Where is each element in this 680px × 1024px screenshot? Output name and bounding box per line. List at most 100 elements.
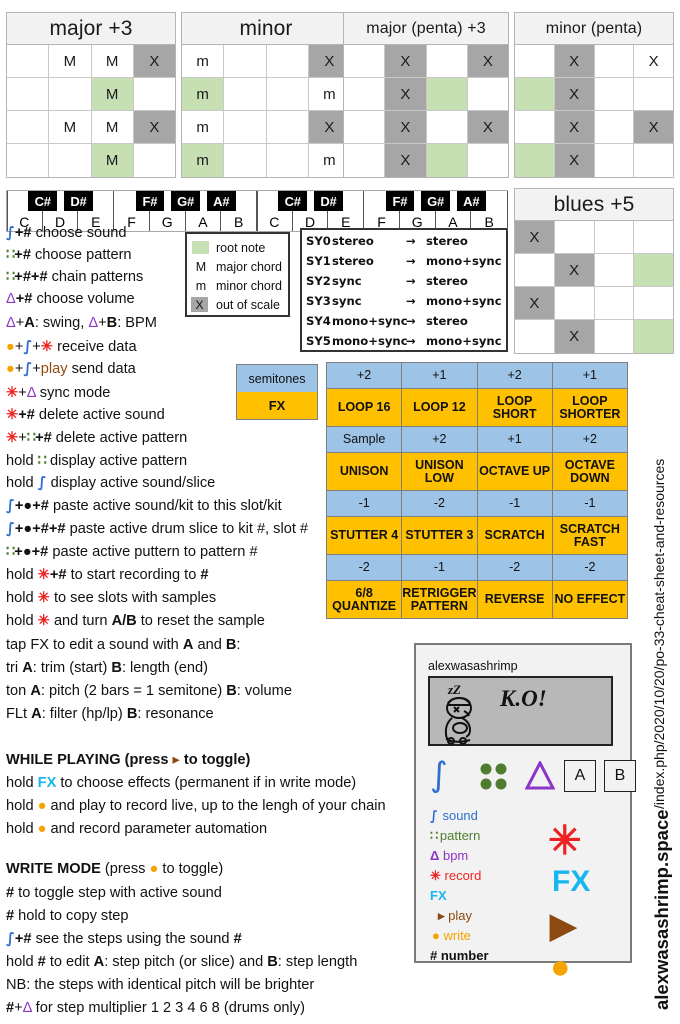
out-of-scale-swatch: X: [191, 297, 208, 312]
sync-output: mono+sync: [426, 294, 502, 308]
scale-cell: M: [49, 45, 92, 78]
fx-name-cell[interactable]: LOOP 16: [326, 388, 403, 427]
scale-grid-row: mX: [182, 111, 350, 144]
scale-cell: X: [554, 45, 595, 78]
shortcut-text: B: [111, 660, 122, 676]
arrow-icon: →: [406, 234, 416, 248]
fx-name-cell[interactable]: SCRATCH: [476, 516, 553, 555]
shortcut-line: Δ+A: swing, Δ+B: BPM: [6, 316, 157, 331]
shortcut-text: ton: [6, 683, 31, 699]
sync-output: mono+sync: [426, 334, 502, 348]
shortcut-text: +: [14, 1000, 23, 1016]
sync-id: SY4: [306, 314, 331, 328]
scale-grid-row: MMX: [7, 111, 175, 144]
shortcut-text: and: [193, 637, 226, 653]
scale-cell: M: [91, 111, 134, 144]
big-fx-label[interactable]: FX: [552, 867, 590, 897]
scale-cell: [133, 78, 175, 111]
legend-row: m minor chord: [191, 276, 284, 295]
shortcut-line: hold ● and record parameter automation: [6, 822, 267, 837]
scale-cell: [634, 254, 673, 287]
scale-cell: X: [515, 287, 555, 320]
symbol-legend-label: record: [444, 868, 482, 883]
shortcut-text: +: [18, 385, 27, 401]
shortcut-text: and play to record live, up to the lengh…: [46, 798, 386, 814]
scale-cell: [467, 78, 508, 111]
shortcut-text: #: [6, 885, 15, 901]
fx-name-cell[interactable]: STUTTER 4: [326, 516, 403, 555]
fx-name-cell[interactable]: UNISON LOW: [401, 452, 478, 491]
fx-name-cell[interactable]: LOOP SHORT: [476, 388, 553, 427]
fx-name-row: UNISON UNISON LOW OCTAVE UP OCTAVE DOWN: [326, 452, 632, 491]
shortcut-text: A: [93, 954, 105, 970]
fx-semitone-row: +2 +1 +2 +1: [326, 362, 632, 389]
scale-cell: [266, 144, 309, 177]
sleeping-figure-icon: [444, 696, 472, 745]
shortcut-line: #+Δ for step multiplier 1 2 3 4 6 8 (dru…: [6, 1001, 305, 1016]
shortcut-line: ∫+# see the steps using the sound #: [6, 931, 242, 947]
scale-grid-title: minor (penta): [515, 13, 673, 45]
fx-name-cell[interactable]: 6/8 QUANTIZE: [326, 580, 403, 619]
shortcut-line: ∷+#+# chain patterns: [6, 270, 143, 285]
fx-name-cell[interactable]: LOOP SHORTER: [551, 388, 628, 427]
symbol-legend-label: bpm: [442, 848, 469, 863]
scale-grid-title: blues +5: [515, 189, 673, 221]
fx-name-cell[interactable]: LOOP 12: [401, 388, 478, 427]
scale-cell: [426, 144, 468, 177]
shortcut-text: for step multiplier 1 2 3 4 6 8 (drums o…: [31, 1000, 305, 1016]
fx-name-cell[interactable]: OCTAVE DOWN: [551, 452, 628, 491]
scale-cell: X: [554, 111, 595, 144]
big-write-circle[interactable]: ●: [550, 950, 571, 984]
shortcut-line: hold FX to choose effects (permanent if …: [6, 776, 356, 791]
scale-cell: [426, 78, 468, 111]
shortcut-text: : step pitch (or slice) and: [104, 954, 268, 970]
scale-grid-row: XX: [344, 111, 508, 144]
black-key-asharp: A#: [457, 191, 486, 211]
rec-icon: ✳: [6, 407, 19, 423]
fx-semitone-cell: -1: [401, 554, 478, 581]
scale-cell: [7, 111, 50, 144]
shortcut-text: +: [32, 339, 41, 355]
url-path: /index.php/2020/10/20/po-33-cheat-sheet-…: [651, 459, 667, 810]
fx-semitone-cell: +1: [476, 426, 553, 453]
shortcut-text: hold: [6, 590, 38, 606]
big-play-triangle[interactable]: ▶: [550, 909, 576, 943]
symbol-legend-FX: FX: [430, 888, 447, 903]
scale-cell: X: [385, 111, 427, 144]
scale-grid-row: X: [515, 221, 673, 254]
fx-name-cell[interactable]: STUTTER 3: [401, 516, 478, 555]
scale-cell: [467, 144, 508, 177]
shortcut-text: to start recording to: [66, 567, 201, 583]
shortcut-line: ∷+●+# paste active puttern to pattern #: [6, 545, 258, 560]
button-a[interactable]: A: [564, 760, 596, 792]
scale-cell: [266, 111, 309, 144]
scale-cell: [634, 221, 673, 254]
record-icon: ✳: [430, 868, 445, 883]
button-b[interactable]: B: [604, 760, 636, 792]
fx-name-cell[interactable]: NO EFFECT: [551, 580, 628, 619]
fx-name-cell[interactable]: RETRIGGER PATTERN: [401, 580, 478, 619]
play-icon: ▸: [172, 752, 180, 768]
write-icon: ●: [6, 339, 15, 355]
fx-name-cell[interactable]: OCTAVE UP: [476, 452, 553, 491]
scale-grid-row: XX: [344, 45, 508, 78]
sound-icon: ∫: [23, 360, 33, 377]
fx-name-cell[interactable]: SCRATCH FAST: [551, 516, 628, 555]
big-record-asterisk[interactable]: ✳: [548, 821, 582, 861]
sync-id: SY5: [306, 334, 331, 348]
shortcut-text: paste active puttern to pattern #: [48, 544, 258, 560]
shortcut-text: receive data: [53, 339, 137, 355]
scale-cell: X: [515, 221, 555, 254]
sound-icon: ∫: [23, 338, 33, 355]
scale-cell: M: [91, 45, 134, 78]
scale-cell: [515, 254, 555, 287]
scale-cell: [515, 320, 555, 353]
shortcut-text: hold: [6, 567, 38, 583]
shortcut-text: FLt: [6, 706, 32, 722]
fx-name-cell[interactable]: REVERSE: [476, 580, 553, 619]
fx-name-cell[interactable]: UNISON: [326, 452, 403, 491]
shortcut-text: display active sound/slice: [46, 475, 216, 491]
device-legend-box: alexwasashrimp K.O! zZ ∫ A B ∫ sound ∷ p…: [414, 643, 636, 984]
shortcut-line: hold ● and play to record live, up to th…: [6, 799, 386, 814]
scale-cell: X: [133, 45, 175, 78]
